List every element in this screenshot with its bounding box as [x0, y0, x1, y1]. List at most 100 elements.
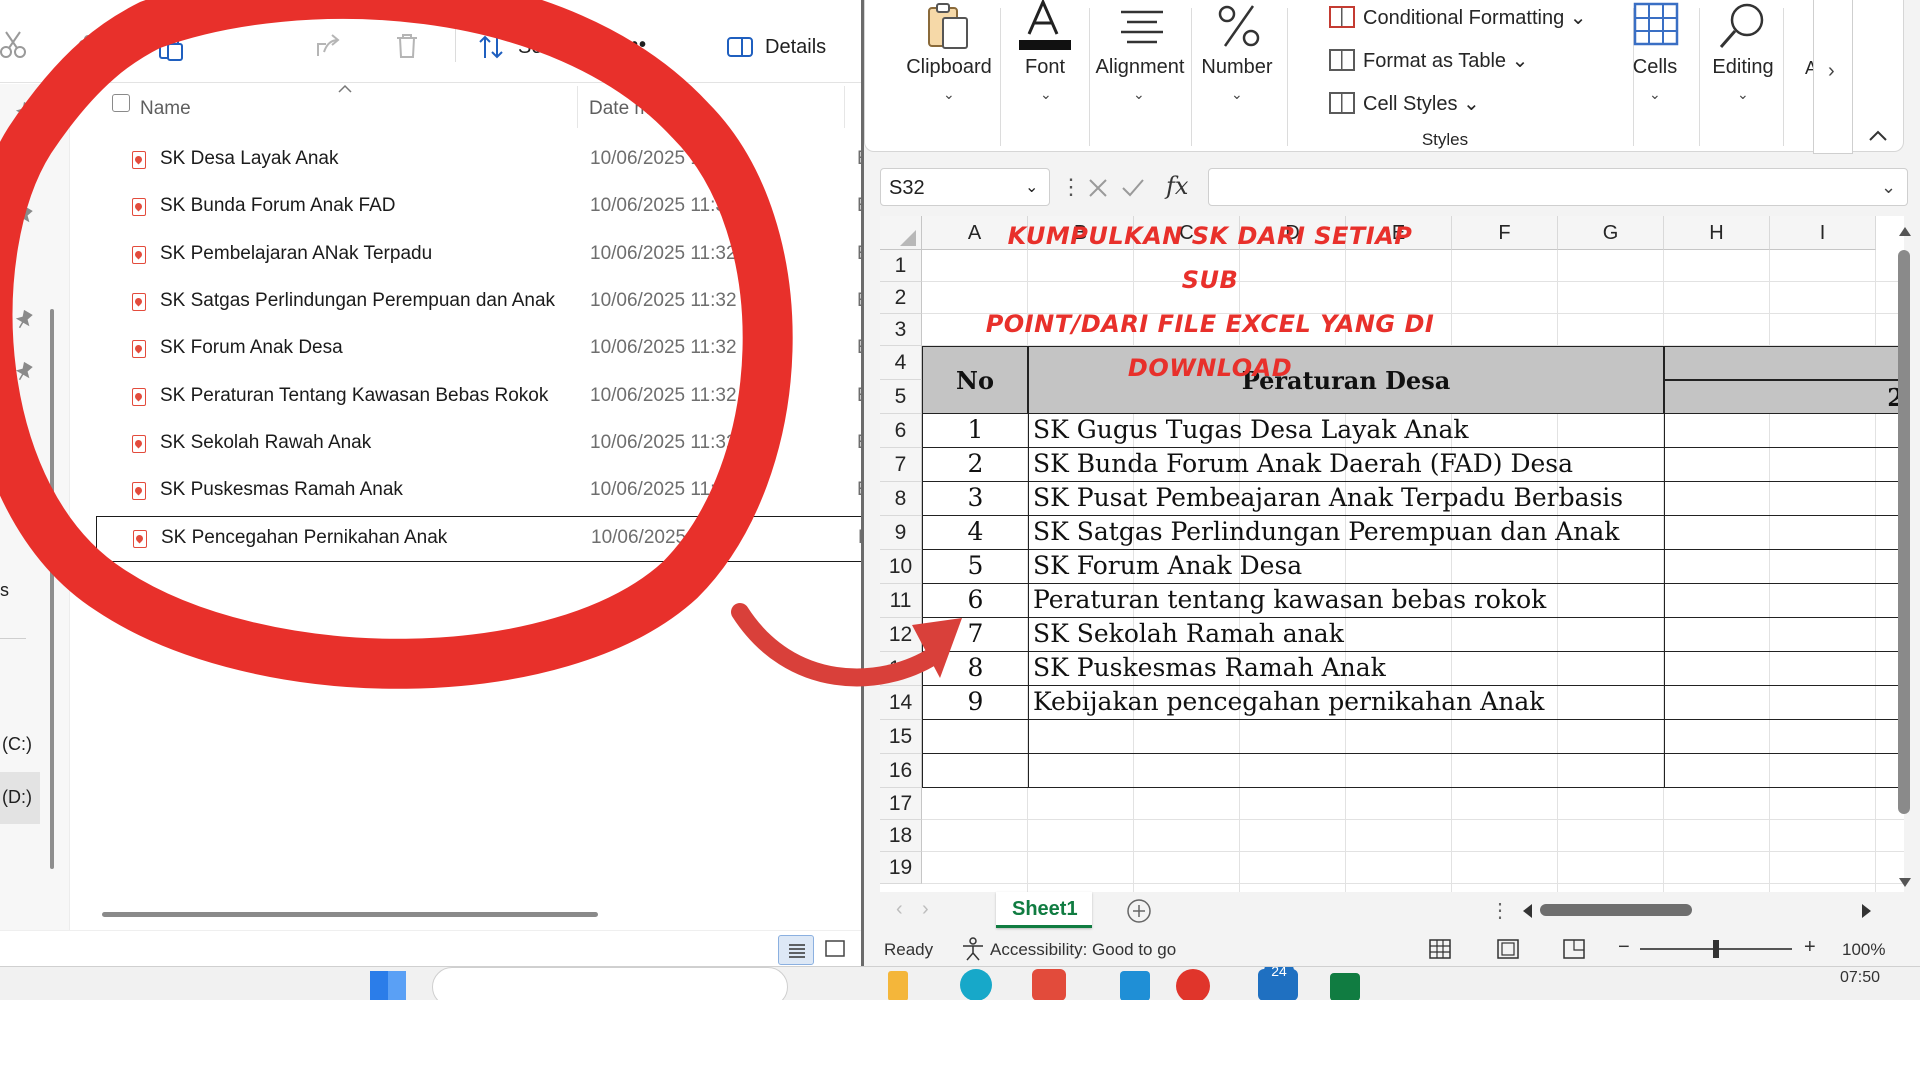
- table-cell-extra[interactable]: [1664, 754, 1904, 788]
- nav-item-drive-d[interactable]: (D:): [2, 787, 32, 808]
- percent-icon[interactable]: [1215, 2, 1263, 50]
- table-cell-no[interactable]: [922, 754, 1028, 788]
- page-layout-view-icon[interactable]: [1496, 938, 1520, 960]
- clipboard-group-label[interactable]: Clipboard: [899, 56, 999, 79]
- select-all-corner[interactable]: [880, 216, 922, 250]
- scroll-right-arrow-icon[interactable]: [1860, 902, 1874, 920]
- collapse-ribbon-icon[interactable]: [1867, 128, 1889, 144]
- column-header-i[interactable]: I: [1770, 216, 1876, 250]
- row-header-13[interactable]: 13: [880, 652, 922, 686]
- large-icons-view-icon[interactable]: [824, 939, 846, 959]
- cells-group-label[interactable]: Cells: [1627, 56, 1683, 79]
- page-break-view-icon[interactable]: [1562, 938, 1586, 960]
- delete-icon[interactable]: [394, 32, 420, 60]
- chevron-down-icon[interactable]: ⌄: [943, 86, 955, 103]
- column-separator[interactable]: [577, 86, 578, 128]
- cut-icon[interactable]: [0, 30, 28, 60]
- row-header-6[interactable]: 6: [880, 414, 922, 448]
- alignment-group-label[interactable]: Alignment: [1091, 56, 1189, 79]
- pin-icon[interactable]: [14, 206, 34, 226]
- copy-icon[interactable]: [78, 34, 104, 60]
- app-taskbar-icon[interactable]: [1176, 969, 1210, 1000]
- table-cell-no[interactable]: 1: [922, 414, 1028, 448]
- nav-item-label[interactable]: s: [0, 580, 9, 601]
- file-row[interactable]: SK Satgas Perlindungan Perempuan dan Ana…: [96, 280, 861, 326]
- table-cell-extra[interactable]: [1664, 720, 1904, 754]
- search-icon[interactable]: [1717, 0, 1769, 52]
- table-cell-title[interactable]: SK Sekolah Ramah anak: [1028, 618, 1664, 652]
- column-header-f[interactable]: F: [1452, 216, 1558, 250]
- horizontal-scrollbar-thumb[interactable]: [1540, 904, 1692, 916]
- table-cell-no[interactable]: 6: [922, 584, 1028, 618]
- zoom-slider-thumb[interactable]: [1713, 940, 1719, 958]
- table-cell-title[interactable]: SK Puskesmas Ramah Anak: [1028, 652, 1664, 686]
- row-header-9[interactable]: 9: [880, 516, 922, 550]
- ribbon-scroll-right-button[interactable]: ›: [1813, 0, 1853, 154]
- table-cell-no[interactable]: [922, 720, 1028, 754]
- paste-icon[interactable]: [157, 32, 185, 62]
- clipboard-icon[interactable]: [925, 2, 971, 52]
- nav-scrollbar[interactable]: [50, 309, 54, 869]
- file-row[interactable]: SK Peraturan Tentang Kawasan Bebas Rokok…: [96, 375, 861, 421]
- nav-item-drive-d-selected[interactable]: (D:): [0, 772, 40, 824]
- row-header-10[interactable]: 10: [880, 550, 922, 584]
- column-header-g[interactable]: G: [1558, 216, 1664, 250]
- zoom-in-icon[interactable]: +: [1804, 936, 1816, 959]
- table-header-extra-bottom[interactable]: 2: [1664, 380, 1904, 414]
- zoom-out-icon[interactable]: −: [1618, 936, 1630, 959]
- table-cell-extra[interactable]: [1664, 516, 1904, 550]
- chevron-down-icon[interactable]: ⌄: [1040, 86, 1052, 103]
- table-cell-extra[interactable]: [1664, 482, 1904, 516]
- details-view-button[interactable]: [778, 935, 814, 965]
- tab-split-handle-icon[interactable]: ⋮: [1490, 898, 1510, 923]
- column-separator[interactable]: [844, 86, 845, 128]
- table-cell-extra[interactable]: [1664, 652, 1904, 686]
- pin-icon[interactable]: [14, 154, 34, 174]
- confirm-entry-icon[interactable]: [1120, 176, 1146, 200]
- nav-item-drive-c[interactable]: (C:): [2, 734, 32, 755]
- row-header-12[interactable]: 12: [880, 618, 922, 652]
- details-button[interactable]: Details: [765, 36, 826, 59]
- row-header-7[interactable]: 7: [880, 448, 922, 482]
- table-cell-extra[interactable]: [1664, 686, 1904, 720]
- row-header-1[interactable]: 1: [880, 250, 922, 282]
- app-taskbar-icon[interactable]: [1032, 969, 1066, 1000]
- row-header-17[interactable]: 17: [880, 788, 922, 820]
- start-icon[interactable]: [370, 971, 406, 1000]
- format-as-table-button[interactable]: Format as Table ⌄: [1363, 48, 1528, 73]
- table-cell-title[interactable]: SK Gugus Tugas Desa Layak Anak: [1028, 414, 1664, 448]
- more-options-button[interactable]: •••: [623, 34, 647, 57]
- excel-taskbar-icon[interactable]: [1330, 973, 1360, 1000]
- row-header-8[interactable]: 8: [880, 482, 922, 516]
- font-group-label[interactable]: Font: [1010, 56, 1080, 79]
- normal-view-icon[interactable]: [1428, 938, 1452, 960]
- file-row[interactable]: SK Forum Anak Desa10/06/2025 11:32E: [96, 327, 861, 373]
- cell-styles-button[interactable]: Cell Styles ⌄: [1363, 91, 1480, 116]
- row-header-4[interactable]: 4: [880, 346, 922, 380]
- row-header-15[interactable]: 15: [880, 720, 922, 754]
- table-cell-title[interactable]: Peraturan tentang kawasan bebas rokok: [1028, 584, 1664, 618]
- table-cell-extra[interactable]: [1664, 584, 1904, 618]
- pin-icon[interactable]: [14, 102, 34, 122]
- row-header-18[interactable]: 18: [880, 820, 922, 852]
- table-cell-extra[interactable]: [1664, 414, 1904, 448]
- add-sheet-icon[interactable]: [1126, 898, 1152, 924]
- table-cell-title[interactable]: [1028, 720, 1664, 754]
- conditional-formatting-button[interactable]: Conditional Formatting ⌄: [1363, 5, 1587, 30]
- table-cell-no[interactable]: 9: [922, 686, 1028, 720]
- formula-bar-input[interactable]: ⌄: [1208, 168, 1908, 206]
- alignment-icon[interactable]: [1117, 8, 1167, 48]
- status-accessibility[interactable]: Accessibility: Good to go: [990, 940, 1176, 960]
- chevron-down-icon[interactable]: ⌄: [1649, 86, 1661, 103]
- prev-sheet-icon[interactable]: ‹: [896, 898, 903, 921]
- table-cell-no[interactable]: 2: [922, 448, 1028, 482]
- row-header-11[interactable]: 11: [880, 584, 922, 618]
- file-row[interactable]: SK Pembelajaran ANak Terpadu 10/06/2025 1…: [96, 233, 861, 279]
- scroll-up-arrow-icon[interactable]: [1896, 224, 1914, 238]
- table-cell-title[interactable]: SK Satgas Perlindungan Perempuan dan Ana…: [1028, 516, 1664, 550]
- zoom-level[interactable]: 100%: [1842, 940, 1885, 960]
- file-explorer-taskbar-icon[interactable]: [888, 971, 908, 1000]
- cells-icon[interactable]: [1631, 0, 1681, 50]
- next-sheet-icon[interactable]: ›: [922, 898, 929, 921]
- column-header-name[interactable]: Name: [140, 98, 191, 120]
